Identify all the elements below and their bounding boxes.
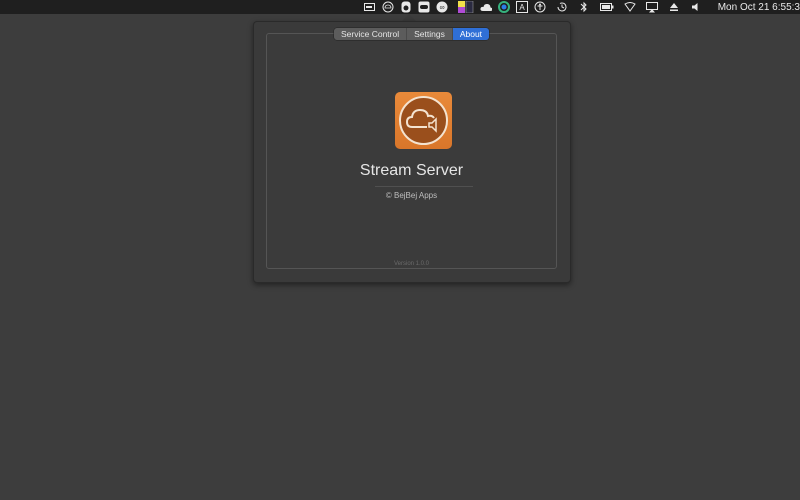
accessibility-icon[interactable] bbox=[534, 1, 546, 13]
app-icon bbox=[395, 92, 452, 149]
divider bbox=[375, 186, 473, 187]
app-name: Stream Server bbox=[359, 162, 464, 179]
copyright-text: © BejBej Apps bbox=[385, 191, 438, 200]
stream-server-icon[interactable] bbox=[382, 1, 394, 13]
sync-circle-icon[interactable] bbox=[497, 1, 510, 13]
svg-text:A: A bbox=[519, 3, 525, 12]
stopwatch-icon[interactable] bbox=[400, 1, 412, 13]
bluetooth-icon[interactable] bbox=[578, 1, 590, 13]
menu-bar: ∞ A Mon Oct 21 6:55:3 bbox=[0, 0, 800, 14]
cloud-icon[interactable] bbox=[480, 1, 492, 13]
svg-text:∞: ∞ bbox=[439, 5, 444, 12]
toggle-icon[interactable] bbox=[418, 1, 430, 13]
tab-about[interactable]: About bbox=[452, 28, 490, 40]
about-panel: Stream Server © BejBej Apps Version 1.0.… bbox=[266, 33, 557, 269]
eject-icon[interactable] bbox=[668, 1, 680, 13]
volume-icon[interactable] bbox=[690, 1, 702, 13]
time-machine-icon[interactable] bbox=[556, 1, 568, 13]
infinity-icon[interactable]: ∞ bbox=[436, 1, 448, 13]
cloud-speaker-icon bbox=[405, 108, 437, 133]
wifi-icon[interactable] bbox=[623, 1, 636, 13]
tab-bar: Service Control Settings About bbox=[334, 28, 490, 40]
tab-settings[interactable]: Settings bbox=[407, 28, 453, 40]
tab-service-control[interactable]: Service Control bbox=[334, 28, 408, 40]
airplay-icon[interactable] bbox=[645, 1, 658, 13]
version-text: Version 1.0.0 bbox=[393, 261, 430, 267]
battery-icon[interactable] bbox=[599, 1, 614, 13]
menu-bar-clock[interactable]: Mon Oct 21 6:55:3 bbox=[718, 2, 800, 13]
text-box-icon[interactable]: A bbox=[515, 1, 528, 13]
app-popover: Stream Server © BejBej Apps Version 1.0.… bbox=[253, 21, 571, 283]
app-icon-ring bbox=[399, 96, 448, 145]
battery-saver-icon[interactable] bbox=[364, 1, 376, 13]
popover-arrow bbox=[402, 14, 416, 21]
color-swatch-icon[interactable] bbox=[457, 1, 474, 13]
